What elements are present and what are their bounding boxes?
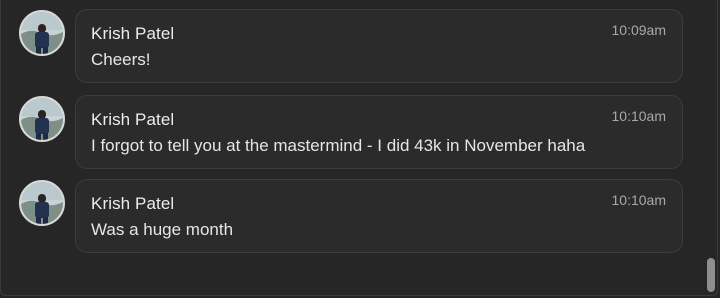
message-text: Cheers! (91, 50, 151, 69)
message-item: Krish Patel 10:10am I forgot to tell you… (0, 90, 700, 170)
avatar[interactable] (19, 180, 65, 226)
message-text: Was a huge month (91, 220, 234, 239)
author-name[interactable]: Krish Patel (91, 194, 174, 214)
user-photo-icon (21, 182, 63, 224)
user-photo-icon (21, 12, 63, 54)
message-timestamp: 10:09am (611, 22, 666, 38)
message-bubble: Krish Patel 10:10am I forgot to tell you… (75, 95, 683, 169)
avatar[interactable] (19, 96, 65, 142)
message-item: Krish Patel 10:10am Was a huge month (0, 174, 700, 254)
author-name[interactable]: Krish Patel (91, 24, 174, 44)
message-thread: Krish Patel 10:09am Cheers! Krish Patel … (0, 0, 700, 298)
avatar[interactable] (19, 10, 65, 56)
message-timestamp: 10:10am (611, 108, 666, 124)
author-name[interactable]: Krish Patel (91, 110, 174, 130)
scrollbar-thumb[interactable] (707, 258, 715, 292)
vertical-scrollbar[interactable] (704, 0, 718, 296)
message-item: Krish Patel 10:09am Cheers! (0, 4, 700, 84)
message-text: I forgot to tell you at the mastermind -… (91, 136, 586, 155)
user-photo-icon (21, 98, 63, 140)
message-bubble: Krish Patel 10:10am Was a huge month (75, 179, 683, 253)
message-timestamp: 10:10am (611, 192, 666, 208)
message-bubble: Krish Patel 10:09am Cheers! (75, 9, 683, 83)
